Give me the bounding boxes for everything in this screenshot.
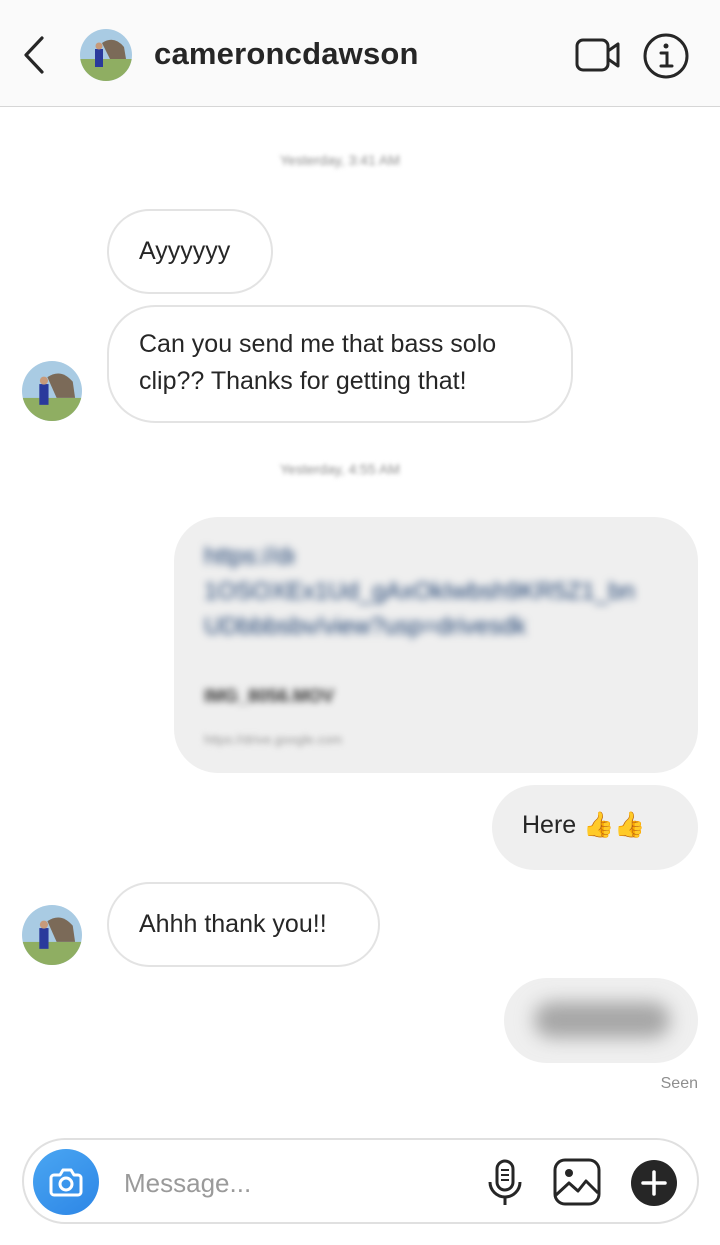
header-avatar[interactable]	[80, 29, 132, 81]
link-preview-url: https://drive.google.com	[204, 732, 343, 747]
gallery-icon[interactable]	[552, 1157, 602, 1207]
camera-icon	[49, 1168, 83, 1197]
seen-indicator: Seen	[660, 1075, 698, 1092]
incoming-message[interactable]: Can you send me that bass solo clip?? Th…	[107, 305, 573, 423]
timestamp: Yesterday, 3:41 AM	[280, 152, 400, 168]
video-camera-icon[interactable]	[574, 36, 622, 74]
timestamp: Yesterday, 4:55 AM	[280, 461, 400, 477]
message-text: clip?? Thanks for getting that!	[139, 367, 467, 395]
message-text: Can you send me that bass solo	[139, 330, 497, 358]
link-line[interactable]: https://drive.google.com/file/d/	[204, 539, 668, 574]
microphone-icon[interactable]	[484, 1158, 526, 1208]
outgoing-link-message[interactable]: https://drive.google.com/file/d/ 1OSOXEx…	[174, 517, 698, 773]
link-preview-title: IMG_8056.MOV	[204, 686, 335, 706]
info-icon[interactable]	[642, 32, 690, 80]
sender-avatar[interactable]	[22, 905, 82, 965]
plus-icon[interactable]	[630, 1159, 678, 1207]
incoming-message[interactable]: Ayyyyyy	[107, 209, 273, 294]
camera-button[interactable]	[33, 1149, 99, 1215]
chat-username[interactable]: cameroncdawson	[154, 36, 419, 72]
outgoing-message[interactable]: Here 👍👍	[492, 785, 698, 870]
chevron-left-icon[interactable]	[18, 34, 50, 76]
message-composer	[22, 1138, 699, 1224]
outgoing-redacted-message[interactable]	[504, 978, 698, 1063]
link-line[interactable]: UDbbbsbv/view?usp=drivesdk	[204, 609, 668, 644]
sender-avatar[interactable]	[22, 361, 82, 421]
chat-header: cameroncdawson	[0, 0, 720, 107]
incoming-message[interactable]: Ahhh thank you!!	[107, 882, 380, 967]
message-text: Ahhh thank you!!	[139, 910, 327, 938]
link-line[interactable]: 1OSOXEx1Ud_gAxOkIwbsh9KR5Z1_bn	[204, 574, 668, 609]
message-text: Here 👍👍	[522, 811, 646, 839]
message-input[interactable]	[122, 1160, 466, 1206]
message-text: Ayyyyyy	[139, 237, 231, 265]
redacted-content	[534, 1002, 670, 1038]
